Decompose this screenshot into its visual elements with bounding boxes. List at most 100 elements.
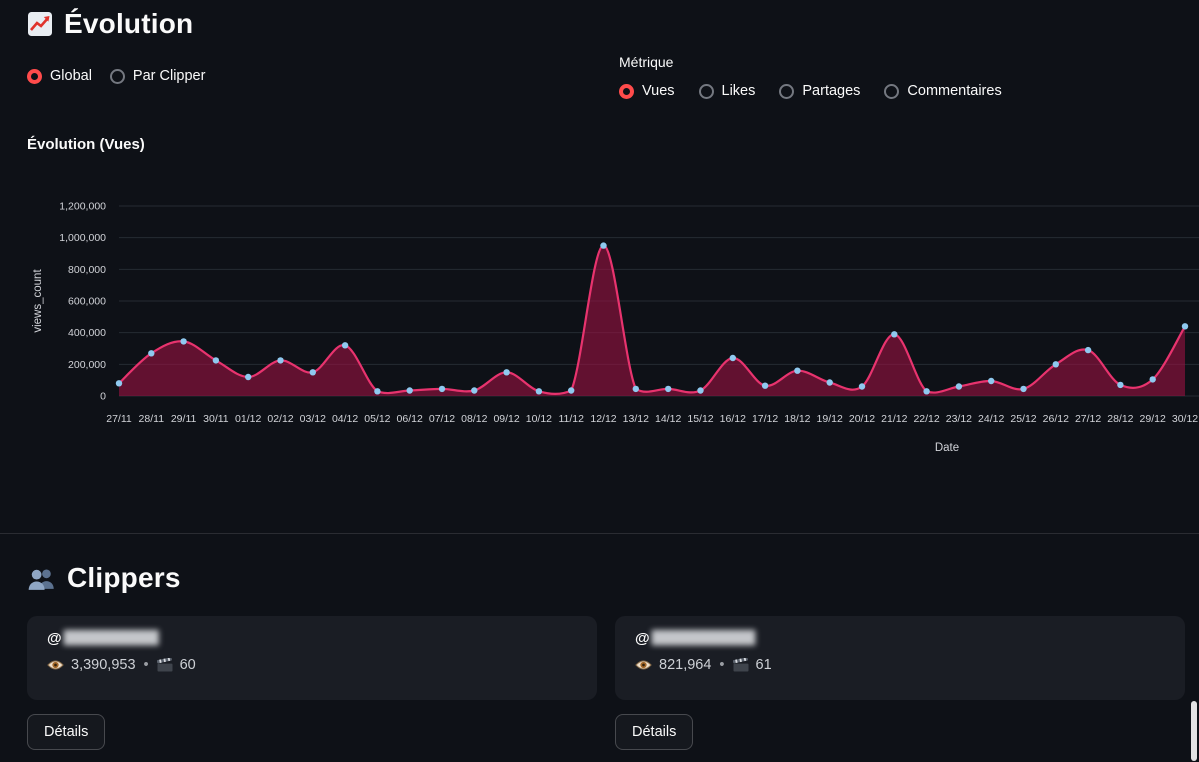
x-tick-label: 20/12 bbox=[849, 413, 875, 425]
series-area bbox=[119, 246, 1185, 396]
radio-partages[interactable]: Partages bbox=[779, 83, 860, 99]
data-point-marker[interactable] bbox=[859, 383, 865, 389]
data-point-marker[interactable] bbox=[923, 388, 929, 394]
evolution-chart[interactable]: 0200,000400,000600,000800,0001,000,0001,… bbox=[27, 181, 1199, 473]
clippers-title-text: Clippers bbox=[67, 562, 181, 594]
x-tick-label: 12/12 bbox=[590, 413, 616, 425]
data-point-marker[interactable] bbox=[1053, 361, 1059, 367]
data-point-marker[interactable] bbox=[180, 338, 186, 344]
details-button[interactable]: Détails bbox=[27, 714, 105, 750]
data-point-marker[interactable] bbox=[471, 387, 477, 393]
stats-separator: • bbox=[144, 657, 149, 673]
x-tick-label: 28/12 bbox=[1107, 413, 1133, 425]
data-point-marker[interactable] bbox=[762, 383, 768, 389]
view-mode-radiogroup: Global Par Clipper bbox=[27, 68, 205, 84]
data-point-marker[interactable] bbox=[503, 369, 509, 375]
data-point-marker[interactable] bbox=[697, 387, 703, 393]
data-point-marker[interactable] bbox=[310, 369, 316, 375]
clippers-section-title: Clippers bbox=[27, 562, 1199, 594]
x-tick-label: 21/12 bbox=[881, 413, 907, 425]
radio-label: Par Clipper bbox=[133, 68, 206, 84]
data-point-marker[interactable] bbox=[245, 374, 251, 380]
clapper-icon bbox=[733, 658, 749, 672]
data-point-marker[interactable] bbox=[342, 342, 348, 348]
handle-masked: ████████████ bbox=[652, 632, 754, 645]
controls-row: Global Par Clipper Métrique Vues Likes P… bbox=[0, 54, 1199, 116]
data-point-marker[interactable] bbox=[277, 357, 283, 363]
x-tick-label: 07/12 bbox=[429, 413, 455, 425]
x-tick-label: 30/12 bbox=[1172, 413, 1198, 425]
details-button[interactable]: Détails bbox=[615, 714, 693, 750]
data-point-marker[interactable] bbox=[568, 387, 574, 393]
x-tick-label: 11/12 bbox=[558, 413, 584, 425]
x-tick-label: 24/12 bbox=[978, 413, 1004, 425]
data-point-marker[interactable] bbox=[794, 368, 800, 374]
y-tick-label: 200,000 bbox=[68, 359, 106, 371]
data-point-marker[interactable] bbox=[1085, 347, 1091, 353]
radio-vues[interactable]: Vues bbox=[619, 83, 675, 99]
chart-increasing-icon bbox=[27, 11, 53, 37]
clips-count: 60 bbox=[180, 657, 196, 673]
x-tick-label: 06/12 bbox=[397, 413, 423, 425]
handle-at: @ bbox=[635, 631, 650, 646]
data-point-marker[interactable] bbox=[407, 387, 413, 393]
x-tick-label: 15/12 bbox=[687, 413, 713, 425]
x-tick-label: 16/12 bbox=[720, 413, 746, 425]
radio-unselected-icon bbox=[884, 84, 899, 99]
page-title: Évolution bbox=[27, 8, 1199, 40]
radio-commentaires[interactable]: Commentaires bbox=[884, 83, 1001, 99]
data-point-marker[interactable] bbox=[116, 380, 122, 386]
chart-title: Évolution (Vues) bbox=[27, 136, 1199, 153]
x-tick-label: 13/12 bbox=[623, 413, 649, 425]
data-point-marker[interactable] bbox=[633, 386, 639, 392]
data-point-marker[interactable] bbox=[600, 242, 606, 248]
data-point-marker[interactable] bbox=[536, 388, 542, 394]
radio-label: Commentaires bbox=[907, 83, 1001, 99]
scrollbar-thumb[interactable] bbox=[1191, 701, 1197, 761]
radio-unselected-icon bbox=[779, 84, 794, 99]
radio-label: Likes bbox=[722, 83, 756, 99]
x-tick-label: 05/12 bbox=[364, 413, 390, 425]
radio-par-clipper[interactable]: Par Clipper bbox=[110, 68, 206, 84]
clippers-cards-row: @███████████ 3,390,953 • bbox=[27, 616, 1185, 700]
x-tick-label: 02/12 bbox=[267, 413, 293, 425]
data-point-marker[interactable] bbox=[665, 386, 671, 392]
data-point-marker[interactable] bbox=[148, 350, 154, 356]
data-point-marker[interactable] bbox=[827, 379, 833, 385]
data-point-marker[interactable] bbox=[1182, 323, 1188, 329]
x-tick-label: 19/12 bbox=[817, 413, 843, 425]
clips-count: 61 bbox=[756, 657, 772, 673]
y-tick-label: 800,000 bbox=[68, 264, 106, 276]
data-point-marker[interactable] bbox=[1020, 386, 1026, 392]
metric-options: Vues Likes Partages Commentaires bbox=[619, 83, 1002, 99]
eye-icon bbox=[47, 659, 64, 671]
data-point-marker[interactable] bbox=[374, 388, 380, 394]
data-point-marker[interactable] bbox=[956, 383, 962, 389]
clipper-stats: 3,390,953 • 60 bbox=[47, 657, 577, 673]
x-axis-title: Date bbox=[935, 442, 959, 454]
people-icon bbox=[27, 566, 56, 591]
data-point-marker[interactable] bbox=[730, 355, 736, 361]
views-count: 3,390,953 bbox=[71, 657, 136, 673]
data-point-marker[interactable] bbox=[1150, 376, 1156, 382]
radio-likes[interactable]: Likes bbox=[699, 83, 756, 99]
x-tick-label: 01/12 bbox=[235, 413, 261, 425]
radio-selected-icon bbox=[619, 84, 634, 99]
y-axis-title: views_count bbox=[32, 269, 44, 333]
handle-at: @ bbox=[47, 631, 62, 646]
eye-icon bbox=[635, 659, 652, 671]
radio-global[interactable]: Global bbox=[27, 68, 92, 84]
clipper-card: @███████████ 3,390,953 • bbox=[27, 616, 597, 700]
data-point-marker[interactable] bbox=[213, 357, 219, 363]
data-point-marker[interactable] bbox=[988, 378, 994, 384]
radio-unselected-icon bbox=[699, 84, 714, 99]
clipper-handle: @████████████ bbox=[635, 631, 1165, 646]
x-tick-label: 14/12 bbox=[655, 413, 681, 425]
y-tick-label: 0 bbox=[100, 391, 106, 403]
data-point-marker[interactable] bbox=[439, 386, 445, 392]
data-point-marker[interactable] bbox=[891, 331, 897, 337]
x-tick-label: 03/12 bbox=[300, 413, 326, 425]
data-point-marker[interactable] bbox=[1117, 382, 1123, 388]
x-tick-label: 30/11 bbox=[203, 413, 229, 425]
clipper-stats: 821,964 • 61 bbox=[635, 657, 1165, 673]
